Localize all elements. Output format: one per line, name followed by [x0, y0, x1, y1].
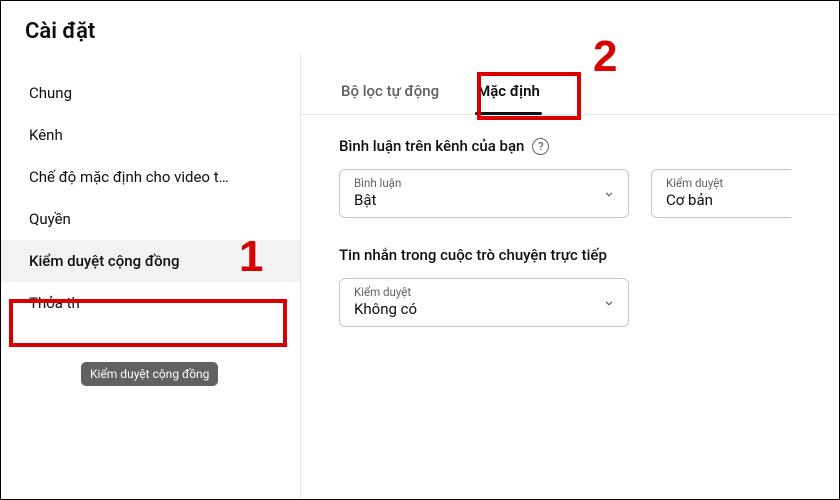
settings-sidebar: Chung Kênh Chế độ mặc định cho video t… …	[1, 54, 301, 499]
livechat-section-title: Tin nhắn trong cuộc trò chuyện trực tiếp	[339, 246, 839, 264]
help-icon[interactable]: ?	[532, 138, 549, 155]
chevron-down-icon	[602, 296, 616, 310]
annotation-callout-2: 2	[593, 32, 617, 82]
chevron-down-icon	[602, 187, 616, 201]
select-label: Bình luận	[354, 176, 616, 190]
sidebar-item-upload-defaults[interactable]: Chế độ mặc định cho video t…	[1, 156, 300, 198]
sidebar-item-agreements[interactable]: Thỏa th	[1, 282, 300, 324]
comments-section-title: Bình luận trên kênh của bạn ?	[339, 137, 839, 155]
tab-defaults[interactable]: Mặc định	[475, 82, 542, 114]
tab-bar: Bộ lọc tự động Mặc định	[301, 82, 839, 115]
main-panel: Bộ lọc tự động Mặc định 2 Bình luận trên…	[301, 54, 839, 499]
tab-auto-filter[interactable]: Bộ lọc tự động	[339, 82, 441, 114]
livechat-section: Tin nhắn trong cuộc trò chuyện trực tiếp…	[301, 224, 839, 333]
sidebar-item-channel[interactable]: Kênh	[1, 114, 300, 156]
select-value: Cơ bản	[666, 191, 779, 209]
comments-moderation-select[interactable]: Kiểm duyệt Cơ bản	[651, 169, 791, 218]
select-value: Bật	[354, 191, 616, 209]
annotation-callout-1: 1	[239, 232, 263, 282]
select-value: Không có	[354, 300, 616, 318]
select-label: Kiểm duyệt	[354, 285, 616, 299]
page-title: Cài đặt	[25, 19, 815, 44]
sidebar-item-general[interactable]: Chung	[1, 72, 300, 114]
sidebar-tooltip: Kiểm duyệt cộng đồng	[81, 362, 218, 386]
livechat-moderation-select[interactable]: Kiểm duyệt Không có	[339, 278, 629, 327]
select-label: Kiểm duyệt	[666, 176, 779, 190]
settings-header: Cài đặt	[1, 1, 839, 54]
comments-enabled-select[interactable]: Bình luận Bật	[339, 169, 629, 218]
comments-section: Bình luận trên kênh của bạn ? Bình luận …	[301, 115, 839, 224]
